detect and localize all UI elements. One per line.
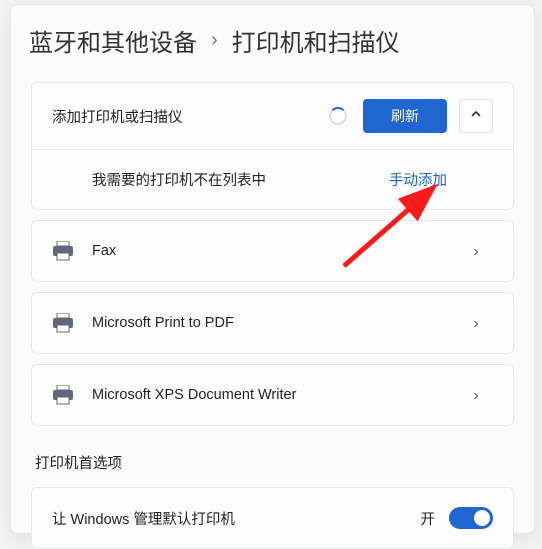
printer-name: Microsoft Print to PDF [92, 315, 459, 331]
breadcrumb: 蓝牙和其他设备 › 打印机和扫描仪 [11, 23, 534, 72]
printer-item-pdf[interactable]: Microsoft Print to PDF › [31, 292, 514, 354]
breadcrumb-parent[interactable]: 蓝牙和其他设备 [29, 23, 197, 58]
printer-icon [52, 385, 92, 405]
printer-prefs-heading: 打印机首选项 [11, 436, 534, 477]
add-printer-card: 添加打印机或扫描仪 刷新 我需要的打印机不在列表中 手动添加 [31, 82, 514, 210]
refresh-button[interactable]: 刷新 [363, 99, 447, 133]
manage-default-toggle[interactable] [449, 507, 493, 529]
collapse-toggle[interactable] [459, 99, 493, 133]
manage-default-row[interactable]: 让 Windows 管理默认打印机 开 [31, 487, 514, 549]
add-printer-title: 添加打印机或扫描仪 [52, 106, 329, 127]
printer-name: Microsoft XPS Document Writer [92, 387, 459, 403]
printer-name: Fax [92, 243, 459, 259]
chevron-up-icon [470, 107, 482, 125]
chevron-right-icon: › [459, 243, 493, 260]
manage-default-label: 让 Windows 管理默认打印机 [52, 508, 421, 529]
manual-add-link[interactable]: 手动添加 [389, 169, 447, 190]
not-in-list-label: 我需要的打印机不在列表中 [52, 169, 389, 190]
printer-item-xps[interactable]: Microsoft XPS Document Writer › [31, 364, 514, 426]
loading-spinner-icon [329, 107, 347, 125]
printer-item-fax[interactable]: Fax › [31, 220, 514, 282]
chevron-right-icon: › [459, 315, 493, 332]
printer-icon [52, 313, 92, 333]
toggle-state-text: 开 [421, 508, 436, 529]
printer-icon [52, 241, 92, 261]
chevron-right-icon: › [211, 29, 218, 52]
breadcrumb-current: 打印机和扫描仪 [232, 23, 400, 58]
chevron-right-icon: › [459, 387, 493, 404]
